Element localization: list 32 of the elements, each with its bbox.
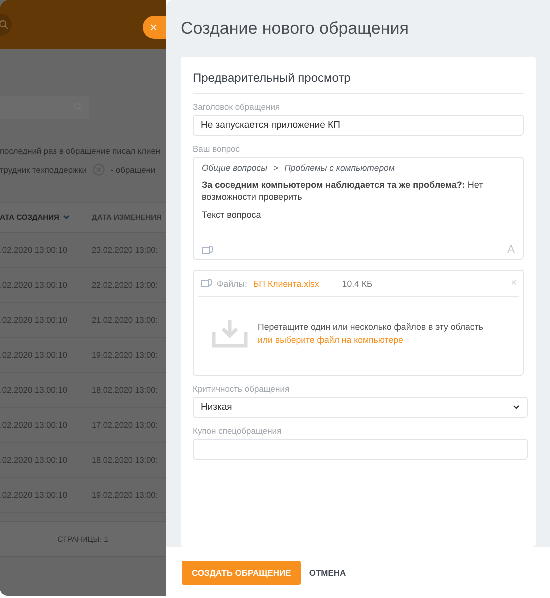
drop-hint: Перетащите один или несколько файлов в эту область — [258, 322, 484, 332]
priority-select[interactable]: Низкая — [193, 397, 528, 418]
legend-text: трудник техподдержки — [0, 165, 87, 175]
card-title: Предварительный просмотр — [193, 69, 524, 94]
choose-file-link[interactable]: или выберите файл на компьютере — [258, 334, 484, 344]
file-link[interactable]: БП Клиента.xlsx — [253, 278, 320, 288]
field-label: Купон спецобращения — [193, 426, 283, 436]
breadcrumb-item: Проблемы с компьютером — [284, 163, 395, 173]
question-field[interactable]: Общие вопросы > Проблемы с компьютером За соседним компьютером наблюдается та же проблема?: Нет возможности проверить Текст вопроса A — [193, 157, 524, 260]
text-format-button[interactable]: A — [508, 244, 515, 256]
question-text: Текст вопроса — [202, 210, 262, 220]
input-field[interactable]: Не запускается приложение КП — [193, 115, 524, 136]
chevron-down-icon — [63, 215, 70, 220]
field-label: Ваш вопрос — [193, 144, 242, 154]
file-size: 10.4 КБ — [342, 278, 373, 288]
attachment-icon[interactable] — [202, 246, 213, 254]
attachment-icon — [201, 279, 212, 288]
legend-text: - обращени — [110, 165, 156, 175]
chevron-down-icon — [513, 405, 520, 410]
cancel-button[interactable]: ОТМЕНА — [305, 568, 350, 578]
download-tray-icon — [212, 318, 248, 348]
files-label: Файлы: — [217, 278, 248, 288]
create-request-button[interactable]: СОЗДАТЬ ОБРАЩЕНИЕ — [182, 560, 302, 584]
panel-title: Создание нового обращения — [180, 18, 410, 38]
breadcrumb-item: Общие вопросы — [202, 163, 268, 173]
remove-file-button[interactable]: × — [509, 278, 519, 289]
field-label: Критичность обращения — [193, 384, 291, 394]
breadcrumb-separator: > — [273, 163, 279, 173]
field-label: Заголовок обращения — [193, 102, 282, 112]
answer-text: За соседним компьютером наблюдается та же проблема?: Нет возможности проверить — [202, 180, 484, 204]
legend-text: последний раз в обращение писал клиен — [0, 146, 162, 156]
coupon-field[interactable] — [193, 439, 528, 460]
